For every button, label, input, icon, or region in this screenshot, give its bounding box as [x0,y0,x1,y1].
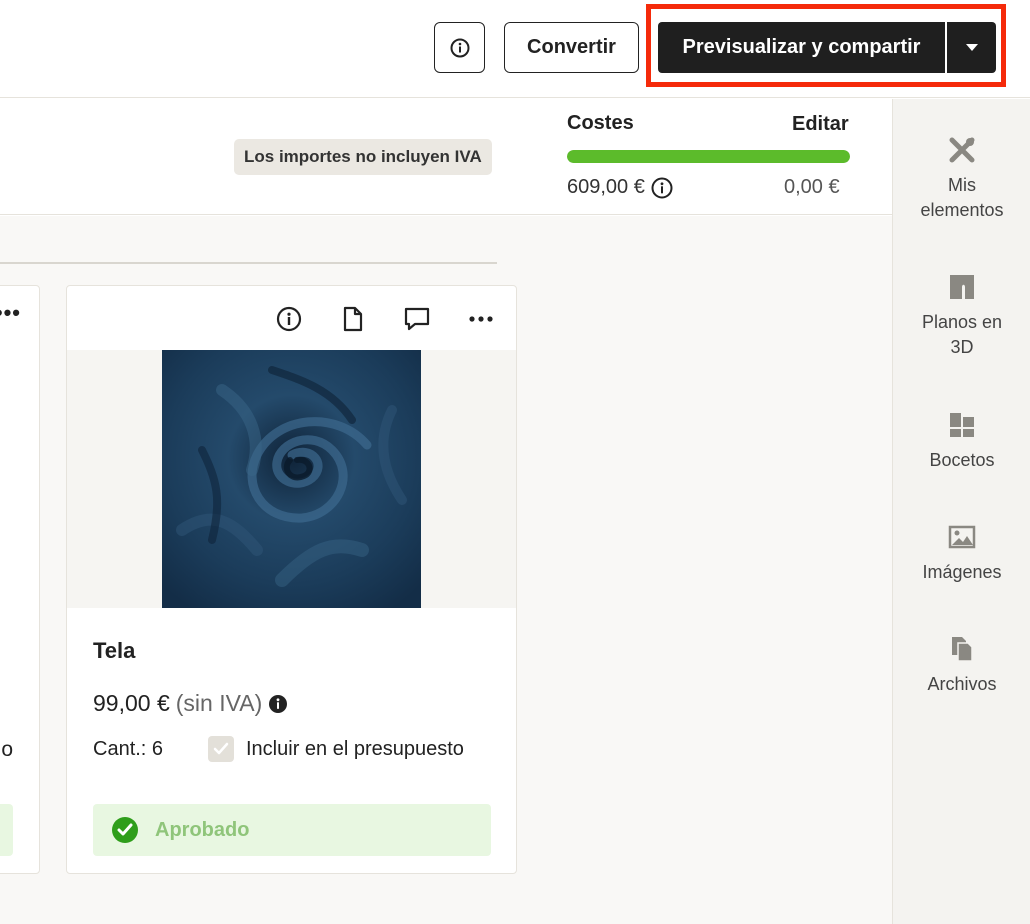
edit-costs-link[interactable]: Editar [792,113,849,136]
sidebar-item-sketches[interactable]: Bocetos [893,410,1030,473]
include-label: Incluir en el presupuesto [246,737,464,760]
document-icon [343,306,363,332]
include-checkbox[interactable] [208,736,234,762]
costs-title: Costes [567,112,634,134]
item-card-partial: ••• o [0,285,40,874]
files-icon [947,634,977,664]
preview-dropdown-button[interactable] [947,22,996,73]
item-card: Tela 99,00 € (sin IVA) Cant.: 6 Incluir … [66,285,517,874]
section-divider [0,262,497,264]
sidebar-label-line2: elementos [920,200,1004,220]
item-title: Tela [93,638,136,663]
status-fragment [0,804,13,856]
sidebar-item-my-elements[interactable]: Mis elementos [893,135,1030,223]
info-filled-icon[interactable] [268,694,288,714]
comment-icon [404,307,430,331]
card-document-button[interactable] [336,304,370,334]
cost-progress-fill [567,150,850,163]
info-button[interactable] [434,22,485,73]
cost-progress-bar [567,150,850,163]
card-comment-button[interactable] [400,304,434,334]
iva-notice-badge: Los importes no incluyen IVA [234,139,492,175]
sidebar-label-line2: 3D [950,337,974,357]
item-price: 99,00 € (sin IVA) [93,690,288,717]
sidebar-label-line1: Planos en [921,312,1003,332]
cost-summary: Los importes no incluyen IVA Costes Edit… [0,99,892,215]
right-sidebar: Mis elementos Planos en 3D Bocetos Imáge… [892,99,1030,924]
status-label: Aprobado [155,818,250,841]
card-more-button[interactable] [464,304,498,334]
card-info-button[interactable] [272,304,306,334]
info-icon [276,306,302,332]
info-icon [450,38,469,57]
top-toolbar: Convertir Previsualizar y compartir [0,0,1030,98]
sidebar-label-line1: Archivos [927,674,997,694]
sketch-icon [947,410,977,440]
card-actions [272,304,498,334]
status-approved: Aprobado [93,804,491,856]
more-icon[interactable]: ••• [0,300,21,326]
tools-icon [947,135,977,165]
caret-down-icon [965,43,978,51]
preview-share-button[interactable]: Previsualizar y compartir [658,22,945,73]
card-image-area [67,350,516,608]
fabric-image[interactable] [162,350,421,608]
convert-button[interactable]: Convertir [504,22,639,73]
item-price-value: 99,00 € [93,690,170,716]
cost-spent: 609,00 € [567,176,673,199]
sidebar-label-line1: Mis [948,175,976,195]
sidebar-item-3d-plans[interactable]: Planos en 3D [893,272,1030,360]
card-fragment-text: o [1,738,13,761]
sidebar-label-line1: Imágenes [922,562,1002,582]
item-quantity: Cant.: 6 [93,738,164,760]
sidebar-item-files[interactable]: Archivos [893,634,1030,697]
sidebar-label-line1: Bocetos [929,450,995,470]
cost-budget-value: 0,00 € [784,176,840,198]
item-price-tax-note: (sin IVA) [175,690,263,716]
cost-spent-value: 609,00 € [567,176,645,198]
items-area: ••• o [0,216,892,924]
more-icon [469,316,493,322]
floorplan-icon [947,272,977,302]
image-icon [947,522,977,552]
sidebar-item-images[interactable]: Imágenes [893,522,1030,585]
check-circle-icon [112,817,138,843]
info-icon[interactable] [651,177,673,199]
check-icon [213,742,229,755]
include-in-budget[interactable]: Incluir en el presupuesto [208,736,464,762]
